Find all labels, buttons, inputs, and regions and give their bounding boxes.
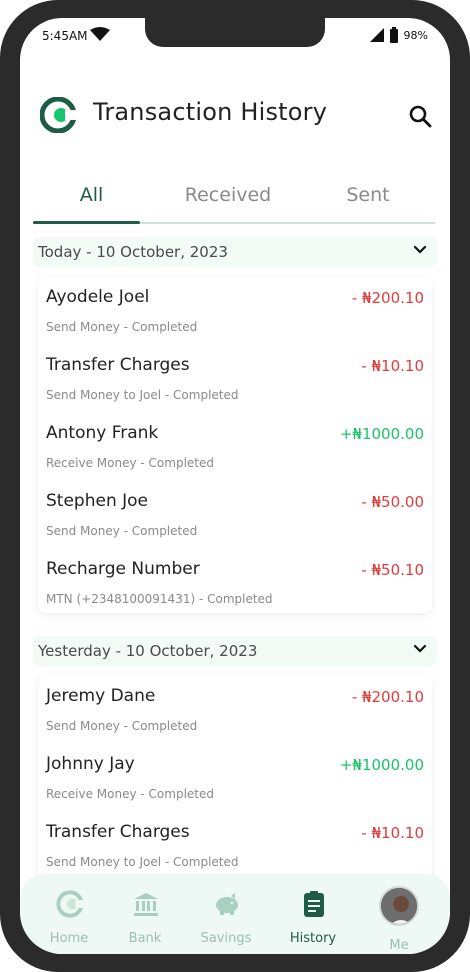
transaction-row[interactable]: Antony Frank Receive Money - Completed +…	[46, 423, 424, 491]
section-header-today[interactable]: Today - 10 October, 2023	[33, 237, 437, 267]
transaction-row[interactable]: Johnny Jay Receive Money - Completed +₦1…	[46, 754, 424, 822]
nav-label: Home	[49, 931, 89, 946]
page-title: Transaction History	[93, 98, 328, 126]
transaction-amount: - ₦50.10	[361, 561, 424, 579]
tab-sent[interactable]: Sent	[323, 184, 413, 224]
battery-percent: 98%	[403, 28, 428, 42]
transaction-amount: - ₦50.00	[361, 493, 424, 511]
transaction-amount: - ₦10.10	[361, 357, 424, 375]
status-icons: 98%	[369, 27, 428, 43]
transaction-subtitle: Receive Money - Completed	[46, 787, 214, 801]
transaction-amount: - ₦200.10	[351, 289, 424, 307]
transactions-card-today: Ayodele Joel Send Money - Completed - ₦2…	[38, 277, 432, 613]
transaction-subtitle: Send Money - Completed	[46, 320, 198, 334]
transaction-subtitle: Send Money to Joel - Completed	[46, 855, 239, 869]
transaction-subtitle: Receive Money - Completed	[46, 456, 214, 470]
avatar	[379, 886, 419, 926]
tab-all[interactable]: All	[33, 184, 150, 224]
transaction-row[interactable]: Stephen Joe Send Money - Completed - ₦50…	[46, 491, 424, 559]
transaction-name: Recharge Number	[46, 559, 200, 579]
transaction-name: Transfer Charges	[46, 822, 190, 842]
header: Transaction History	[40, 96, 432, 136]
transaction-amount: +₦1000.00	[339, 425, 424, 443]
status-time: 5:45AM	[42, 29, 88, 43]
transaction-name: Johnny Jay	[46, 754, 135, 774]
avatar-image	[381, 888, 417, 924]
tab-bar: All Received Sent	[33, 184, 435, 224]
wifi-icon	[90, 27, 110, 41]
section-date-label: Today - 10 October, 2023	[38, 243, 228, 261]
search-icon[interactable]	[408, 104, 432, 128]
clipboard-icon	[304, 891, 324, 917]
logo-icon	[40, 97, 76, 133]
transaction-row[interactable]: Recharge Number MTN (+2348100091431) - C…	[46, 559, 424, 627]
transaction-name: Ayodele Joel	[46, 287, 150, 307]
transaction-name: Jeremy Dane	[46, 686, 156, 706]
transaction-amount: - ₦200.10	[351, 688, 424, 706]
transaction-subtitle: Send Money - Completed	[46, 719, 198, 733]
transaction-name: Antony Frank	[46, 423, 159, 443]
nav-bank[interactable]: Bank	[110, 886, 180, 946]
nav-label: Savings	[200, 931, 252, 946]
transaction-amount: - ₦10.10	[361, 824, 424, 842]
transaction-row[interactable]: Ayodele Joel Send Money - Completed - ₦2…	[46, 287, 424, 355]
section-date-label: Yesterday - 10 October, 2023	[38, 642, 258, 660]
transaction-subtitle: Send Money to Joel - Completed	[46, 388, 239, 402]
nav-label: History	[289, 931, 337, 946]
transaction-subtitle: Send Money - Completed	[46, 524, 198, 538]
notch	[145, 18, 325, 47]
transaction-subtitle: MTN (+2348100091431) - Completed	[46, 592, 273, 606]
nav-me[interactable]: Me	[364, 886, 434, 953]
tab-indicator	[33, 221, 140, 224]
transaction-row[interactable]: Jeremy Dane Send Money - Completed - ₦20…	[46, 686, 424, 754]
transaction-amount: +₦1000.00	[339, 756, 424, 774]
nav-label: Me	[389, 938, 409, 953]
nav-savings[interactable]: Savings	[191, 886, 261, 946]
signal-icon	[369, 28, 384, 42]
chevron-down-icon[interactable]	[413, 644, 427, 654]
bank-icon	[134, 893, 158, 916]
piggy-bank-icon	[216, 893, 238, 915]
chevron-down-icon[interactable]	[413, 245, 427, 255]
transaction-row[interactable]: Transfer Charges Send Money to Joel - Co…	[46, 355, 424, 423]
screen: 5:45AM 98% Transaction History All Recei…	[20, 18, 450, 954]
nav-home[interactable]: Home	[34, 886, 104, 946]
nav-history[interactable]: History	[278, 886, 348, 946]
phone-frame: 5:45AM 98% Transaction History All Recei…	[0, 0, 470, 972]
section-header-yesterday[interactable]: Yesterday - 10 October, 2023	[33, 636, 437, 666]
tab-received[interactable]: Received	[168, 184, 288, 224]
battery-icon	[389, 27, 398, 43]
logo-icon	[56, 890, 84, 918]
nav-label: Bank	[128, 931, 162, 946]
transaction-name: Stephen Joe	[46, 491, 148, 511]
bottom-nav: Home Bank Savings History Me	[20, 874, 450, 954]
transaction-name: Transfer Charges	[46, 355, 190, 375]
